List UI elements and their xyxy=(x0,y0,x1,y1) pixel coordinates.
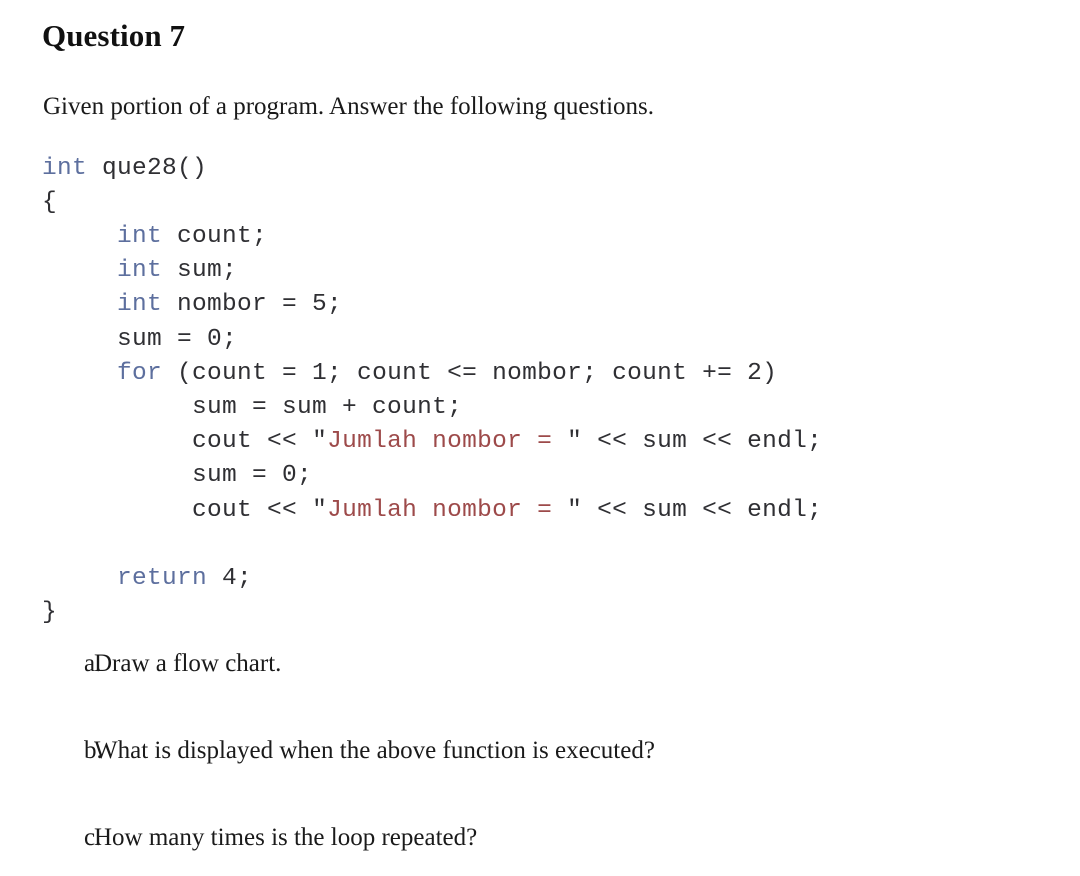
code-text: sum = 0; xyxy=(117,325,238,353)
code-line: { xyxy=(42,186,1040,220)
code-line: return 4; xyxy=(42,562,1040,596)
code-keyword: for xyxy=(117,359,163,387)
intro-paragraph: Given portion of a program. Answer the f… xyxy=(43,92,655,120)
code-text: sum = sum + count; xyxy=(192,394,463,422)
question-text: What is displayed when the above functio… xyxy=(94,737,655,765)
code-text: que28() xyxy=(87,154,208,182)
code-keyword: int xyxy=(117,223,163,251)
questions-list: a. Draw a flow chart. b. What is displayed … xyxy=(42,649,1040,853)
code-keyword: return xyxy=(117,565,208,593)
code-text: 4; xyxy=(207,565,253,593)
code-line: } xyxy=(42,596,1040,630)
code-text: cout << xyxy=(192,496,313,524)
question-item: c. How many times is the loop repeated? xyxy=(42,823,1040,853)
question-letter: b. xyxy=(84,737,103,765)
code-line: sum = 0; xyxy=(42,323,1040,357)
code-line: for (count = 1; count <= nombor; count +… xyxy=(42,357,1040,391)
code-line: int que28() xyxy=(42,152,1040,186)
code-text: { xyxy=(42,188,58,216)
code-string-quote: " xyxy=(567,496,583,524)
document-page: Question 7 Given portion of a program. A… xyxy=(0,0,1080,876)
code-line: int nombor = 5; xyxy=(42,288,1040,322)
code-string-quote: " xyxy=(312,428,328,456)
question-text: Draw a flow chart. xyxy=(94,650,282,678)
code-string-quote: " xyxy=(312,496,328,524)
code-keyword: int xyxy=(117,291,163,319)
code-line: sum = sum + count; xyxy=(42,391,1040,425)
code-text: sum; xyxy=(162,257,238,285)
question-letter: a. xyxy=(84,650,102,678)
code-text: sum = 0; xyxy=(192,462,313,490)
code-keyword: int xyxy=(117,257,163,285)
code-text: << sum << endl; xyxy=(582,428,823,456)
question-item: a. Draw a flow chart. xyxy=(42,649,1040,679)
code-keyword: int xyxy=(42,154,88,182)
code-text: } xyxy=(42,599,58,627)
code-block: int que28(){ int count; int sum; int nom… xyxy=(42,152,1040,631)
code-line: cout << "Jumlah nombor = " << sum << end… xyxy=(42,494,1040,528)
code-line: int sum; xyxy=(42,254,1040,288)
code-text: << sum << endl; xyxy=(582,496,823,524)
page-title: Question 7 xyxy=(42,18,186,53)
code-text: (count = 1; count <= nombor; count += 2) xyxy=(162,359,778,387)
code-text: cout << xyxy=(192,428,313,456)
code-string-literal: Jumlah nombor = xyxy=(327,496,568,524)
code-line: int count; xyxy=(42,220,1040,254)
question-letter: c. xyxy=(84,824,102,852)
code-text: count; xyxy=(162,223,268,251)
code-line: cout << "Jumlah nombor = " << sum << end… xyxy=(42,425,1040,459)
code-line: sum = 0; xyxy=(42,459,1040,493)
question-text: How many times is the loop repeated? xyxy=(94,824,478,852)
code-string-quote: " xyxy=(567,428,583,456)
question-item: b. What is displayed when the above funct… xyxy=(42,736,1040,766)
code-text: nombor = 5; xyxy=(162,291,343,319)
code-string-literal: Jumlah nombor = xyxy=(327,428,568,456)
